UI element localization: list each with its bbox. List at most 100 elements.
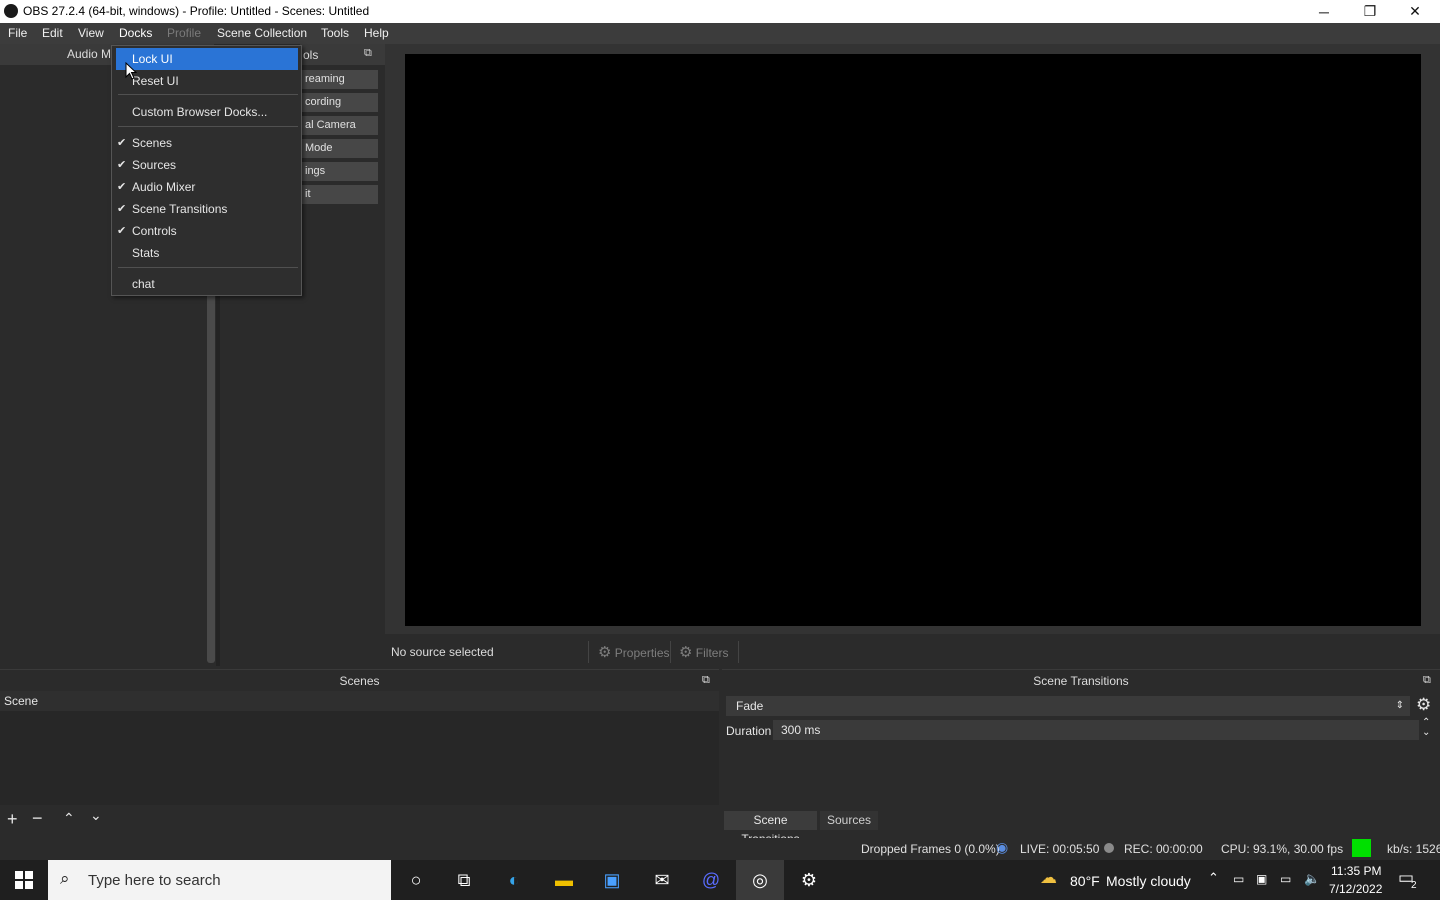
menu-tools[interactable]: Tools (321, 26, 349, 40)
add-icon[interactable]: + (7, 809, 18, 830)
window-title: OBS 27.2.4 (64-bit, windows) - Profile: … (23, 4, 370, 18)
menu-item-audio-mixer[interactable]: ✔ Audio Mixer (113, 176, 300, 198)
menu-scene-collection[interactable]: Scene Collection (217, 26, 307, 40)
search-icon: ⌕ (60, 869, 70, 888)
scenes-title: Scenes (0, 669, 719, 692)
duration-input[interactable]: 300 ms (773, 720, 1419, 740)
live-timer: LIVE: 00:05:50 (1020, 842, 1100, 856)
check-icon: ✔ (117, 203, 127, 215)
connection-indicator (1352, 839, 1371, 857)
bitrate: kb/s: 1526 (1387, 842, 1440, 856)
clock-date[interactable]: 7/12/2022 (1329, 882, 1382, 896)
preview-canvas[interactable] (405, 54, 1421, 626)
obs-taskbar-icon[interactable]: ◎ (736, 860, 784, 900)
menu-profile[interactable]: Profile (167, 26, 201, 40)
windows-logo-icon (15, 871, 33, 889)
minimize-button[interactable]: ─ (1301, 0, 1347, 23)
chevron-up-icon[interactable]: ⌃ (1208, 870, 1219, 886)
menu-item-sources[interactable]: ✔ Sources (113, 154, 300, 176)
settings-button[interactable]: ings (301, 162, 378, 181)
menu-item-chat[interactable]: chat (113, 273, 300, 295)
move-up-icon[interactable]: ⌃ (63, 810, 75, 827)
filters-icon: ⚙ (679, 644, 693, 661)
divider (588, 641, 589, 663)
start-recording-button[interactable]: cording (301, 93, 378, 112)
clock-time[interactable]: 11:35 PM (1331, 864, 1381, 878)
move-down-icon[interactable]: ⌄ (90, 807, 102, 824)
filters-button[interactable]: ⚙ Filters (679, 643, 728, 661)
exit-button[interactable]: it (301, 185, 378, 204)
search-placeholder: Type here to search (88, 872, 221, 889)
start-streaming-button[interactable]: reaming (301, 70, 378, 89)
gear-icon: ⚙ (598, 644, 612, 661)
studio-mode-button[interactable]: Mode (301, 139, 378, 158)
duration-label: Duration (726, 724, 772, 738)
menu-docks[interactable]: Docks (119, 26, 152, 40)
tab-sources[interactable]: Sources (820, 811, 878, 830)
check-icon: ✔ (117, 159, 127, 171)
menu-item-controls[interactable]: ✔ Controls (113, 220, 300, 242)
scenes-dock: Scenes ⧉ Scene + − ⌃ ⌄ (0, 669, 719, 835)
restore-button[interactable]: ❐ (1347, 0, 1393, 23)
weather-icon: ☁ (1040, 868, 1057, 887)
title-bar: OBS 27.2.4 (64-bit, windows) - Profile: … (0, 0, 1440, 23)
stepper-down-icon[interactable]: ⌄ (1422, 727, 1430, 738)
mail-icon[interactable]: ✉ (638, 860, 686, 900)
undock-icon[interactable]: ⧉ (1423, 674, 1431, 687)
status-bar: Dropped Frames 0 (0.0%) ◉ LIVE: 00:05:50… (0, 838, 1440, 860)
menu-help[interactable]: Help (364, 26, 389, 40)
volume-muted-icon[interactable]: 🔈 (1304, 871, 1320, 887)
menu-item-custom-browser-docks[interactable]: Custom Browser Docks... (113, 101, 300, 123)
undock-icon[interactable]: ⧉ (364, 47, 372, 60)
scenes-toolbar: + − ⌃ ⌄ (0, 807, 719, 833)
source-toolbar: No source selected ⚙ Properties ⚙ Filter… (385, 637, 1440, 666)
audio-mixer-scrollbar-track[interactable] (206, 290, 216, 666)
scene-transitions-title: Scene Transitions (722, 669, 1440, 692)
close-button[interactable]: ✕ (1392, 0, 1438, 23)
menu-edit[interactable]: Edit (42, 26, 63, 40)
divider (670, 641, 671, 663)
tab-scene-transitions[interactable]: Scene Transitions (724, 811, 817, 846)
controls-header: ols ⧉ (300, 44, 385, 65)
menu-separator (118, 267, 298, 268)
start-button[interactable] (0, 860, 48, 900)
file-explorer-icon[interactable]: ▬ (540, 860, 588, 900)
audio-mixer-scrollbar-thumb[interactable] (207, 290, 215, 663)
transition-select[interactable]: Fade ⇕ (726, 696, 1410, 716)
chevron-updown-icon: ⇕ (1395, 700, 1404, 711)
menu-item-lock-ui[interactable]: Lock UI (116, 48, 298, 70)
security-icon[interactable]: ▣ (1256, 872, 1267, 886)
settings-gear-icon[interactable]: ⚙ (785, 860, 833, 900)
at-app-icon[interactable]: @ (687, 860, 735, 900)
task-view-icon[interactable]: ⧉ (440, 860, 488, 900)
obs-app-icon (4, 4, 18, 18)
scene-transitions-dock: Scene Transitions ⧉ Fade ⇕ ⚙ Duration 30… (722, 669, 1440, 846)
docks-dropdown-menu: Lock UI Reset UI Custom Browser Docks...… (111, 45, 302, 296)
menu-separator (118, 126, 298, 127)
meet-icon[interactable]: ▭ (1233, 872, 1244, 886)
live-icon: ◉ (996, 839, 1009, 855)
gear-icon[interactable]: ⚙ (1416, 695, 1431, 715)
virtual-camera-button[interactable]: al Camera (301, 116, 378, 135)
properties-button[interactable]: ⚙ Properties (598, 643, 670, 661)
menu-item-reset-ui[interactable]: Reset UI (113, 70, 300, 92)
store-icon[interactable]: ▣ (588, 860, 636, 900)
undock-icon[interactable]: ⧉ (702, 674, 710, 687)
rec-icon (1104, 843, 1114, 853)
menu-item-stats[interactable]: Stats (113, 242, 300, 264)
network-icon[interactable]: ▭ (1280, 872, 1291, 886)
list-item[interactable]: Scene (0, 691, 719, 711)
no-source-label: No source selected (391, 645, 494, 659)
menu-item-scenes[interactable]: ✔ Scenes (113, 132, 300, 154)
divider (738, 641, 739, 663)
menu-item-scene-transitions[interactable]: ✔ Scene Transitions (113, 198, 300, 220)
edge-browser-icon[interactable]: ◐ (490, 860, 538, 900)
cortana-icon[interactable]: ○ (392, 860, 440, 900)
check-icon: ✔ (117, 137, 127, 149)
menu-file[interactable]: File (8, 26, 27, 40)
taskbar-search-box[interactable]: ⌕ Type here to search (48, 860, 391, 900)
weather-temp: 80°F (1070, 873, 1100, 889)
menu-view[interactable]: View (78, 26, 104, 40)
remove-icon[interactable]: − (32, 808, 43, 829)
weather-text: Mostly cloudy (1106, 873, 1191, 889)
